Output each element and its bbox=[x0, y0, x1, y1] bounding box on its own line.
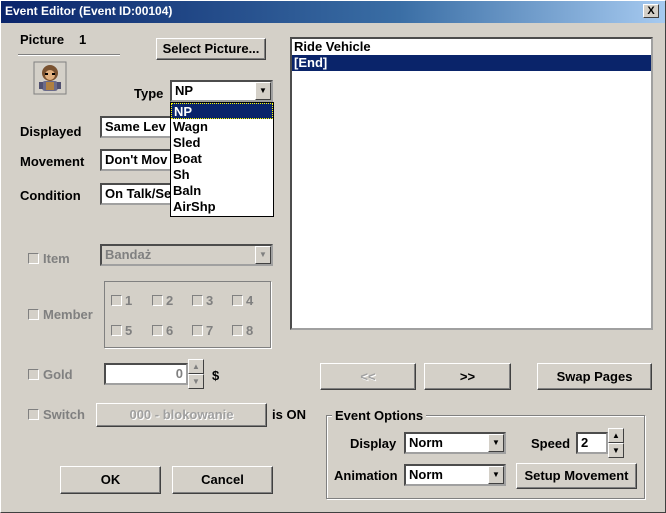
spin-up-icon[interactable]: ▲ bbox=[608, 428, 624, 443]
spin-down-icon[interactable]: ▼ bbox=[608, 443, 624, 458]
member-slot-checkbox[interactable] bbox=[232, 325, 243, 336]
type-option[interactable]: Wagn bbox=[171, 119, 273, 135]
select-picture-button[interactable]: Select Picture... bbox=[156, 38, 266, 60]
character-sprite-icon[interactable] bbox=[33, 61, 67, 95]
swap-pages-button[interactable]: Swap Pages bbox=[537, 363, 652, 390]
animation-label: Animation bbox=[334, 468, 398, 483]
speed-label: Speed bbox=[531, 436, 571, 451]
displayed-select-value: Same Lev bbox=[105, 119, 166, 134]
gold-unit: $ bbox=[212, 368, 220, 383]
window-title: Event Editor (Event ID:00104) bbox=[5, 4, 173, 18]
member-slot-checkbox[interactable] bbox=[232, 295, 243, 306]
switch-select-button[interactable]: 000 - blokowanie bbox=[96, 403, 267, 427]
spin-up-icon[interactable]: ▲ bbox=[188, 359, 204, 374]
picture-separator bbox=[18, 54, 120, 56]
gold-label: Gold bbox=[43, 367, 73, 382]
member-slot-label: 3 bbox=[206, 293, 214, 308]
type-dropdown-list[interactable]: NP Wagn Sled Boat Sh Baln AirShp bbox=[170, 102, 274, 217]
member-slot-checkbox[interactable] bbox=[192, 295, 203, 306]
type-option[interactable]: AirShp bbox=[171, 199, 273, 215]
type-option[interactable]: Baln bbox=[171, 183, 273, 199]
member-slot-label: 5 bbox=[125, 323, 133, 338]
prev-page-button[interactable]: << bbox=[320, 363, 416, 390]
switch-label: Switch bbox=[43, 407, 85, 422]
animation-select[interactable]: Norm ▼ bbox=[404, 464, 506, 486]
event-command-list[interactable]: Ride Vehicle [End] bbox=[290, 37, 653, 330]
member-label: Member bbox=[43, 307, 93, 322]
type-select[interactable]: NP ▼ bbox=[170, 80, 273, 102]
event-options-legend: Event Options bbox=[332, 408, 427, 423]
next-page-button[interactable]: >> bbox=[424, 363, 511, 390]
switch-checkbox[interactable] bbox=[28, 409, 39, 420]
member-slot-checkbox[interactable] bbox=[152, 295, 163, 306]
member-slot-checkbox[interactable] bbox=[192, 325, 203, 336]
movement-select-value: Don't Mov bbox=[105, 152, 168, 167]
item-select[interactable]: Bandaż ▼ bbox=[100, 244, 273, 266]
chevron-down-icon[interactable]: ▼ bbox=[255, 246, 271, 264]
member-slot-label: 8 bbox=[246, 323, 254, 338]
display-select-value: Norm bbox=[409, 435, 443, 450]
member-checkbox[interactable] bbox=[28, 309, 39, 320]
speed-input[interactable]: 2 bbox=[576, 432, 608, 454]
chevron-down-icon[interactable]: ▼ bbox=[255, 82, 271, 100]
command-list-item[interactable]: [End] bbox=[292, 55, 651, 71]
command-list-item[interactable]: Ride Vehicle bbox=[292, 39, 651, 55]
switch-suffix: is ON bbox=[272, 407, 306, 422]
spin-down-icon[interactable]: ▼ bbox=[188, 374, 204, 389]
condition-label: Condition bbox=[20, 188, 81, 203]
movement-label: Movement bbox=[20, 154, 85, 169]
speed-spinner[interactable]: ▲ ▼ bbox=[608, 428, 624, 458]
chevron-down-icon[interactable]: ▼ bbox=[488, 434, 504, 452]
chevron-down-icon[interactable]: ▼ bbox=[488, 466, 504, 484]
gold-spinner[interactable]: ▲ ▼ bbox=[188, 359, 204, 389]
member-slot-label: 6 bbox=[166, 323, 174, 338]
member-slot-checkbox[interactable] bbox=[111, 295, 122, 306]
member-slot-checkbox[interactable] bbox=[111, 325, 122, 336]
member-slot-label: 4 bbox=[246, 293, 254, 308]
item-checkbox[interactable] bbox=[28, 253, 39, 264]
display-select[interactable]: Norm ▼ bbox=[404, 432, 506, 454]
member-slot-label: 7 bbox=[206, 323, 214, 338]
ok-button[interactable]: OK bbox=[60, 466, 161, 494]
picture-number: 1 bbox=[79, 32, 87, 47]
cancel-button[interactable]: Cancel bbox=[172, 466, 273, 494]
type-option[interactable]: Sh bbox=[171, 167, 273, 183]
gold-input[interactable]: 0 bbox=[104, 363, 188, 385]
displayed-label: Displayed bbox=[20, 124, 82, 139]
type-option[interactable]: Sled bbox=[171, 135, 273, 151]
title-bar[interactable]: Event Editor (Event ID:00104) X bbox=[1, 1, 665, 23]
type-option[interactable]: Boat bbox=[171, 151, 273, 167]
type-select-value: NP bbox=[175, 83, 194, 98]
member-slot-label: 1 bbox=[125, 293, 133, 308]
type-label: Type bbox=[134, 86, 164, 101]
gold-checkbox[interactable] bbox=[28, 369, 39, 380]
display-label: Display bbox=[350, 436, 397, 451]
animation-select-value: Norm bbox=[409, 467, 443, 482]
member-slot-checkbox[interactable] bbox=[152, 325, 163, 336]
type-option[interactable]: NP bbox=[171, 103, 273, 119]
picture-label: Picture bbox=[20, 32, 65, 47]
item-select-value: Bandaż bbox=[105, 247, 152, 262]
member-slot-label: 2 bbox=[166, 293, 174, 308]
event-editor-window: Event Editor (Event ID:00104) X Picture … bbox=[0, 0, 666, 513]
setup-movement-button[interactable]: Setup Movement bbox=[516, 463, 637, 489]
item-label: Item bbox=[43, 251, 70, 266]
close-button[interactable]: X bbox=[643, 4, 659, 18]
condition-select-value: On Talk/Se bbox=[105, 186, 172, 201]
